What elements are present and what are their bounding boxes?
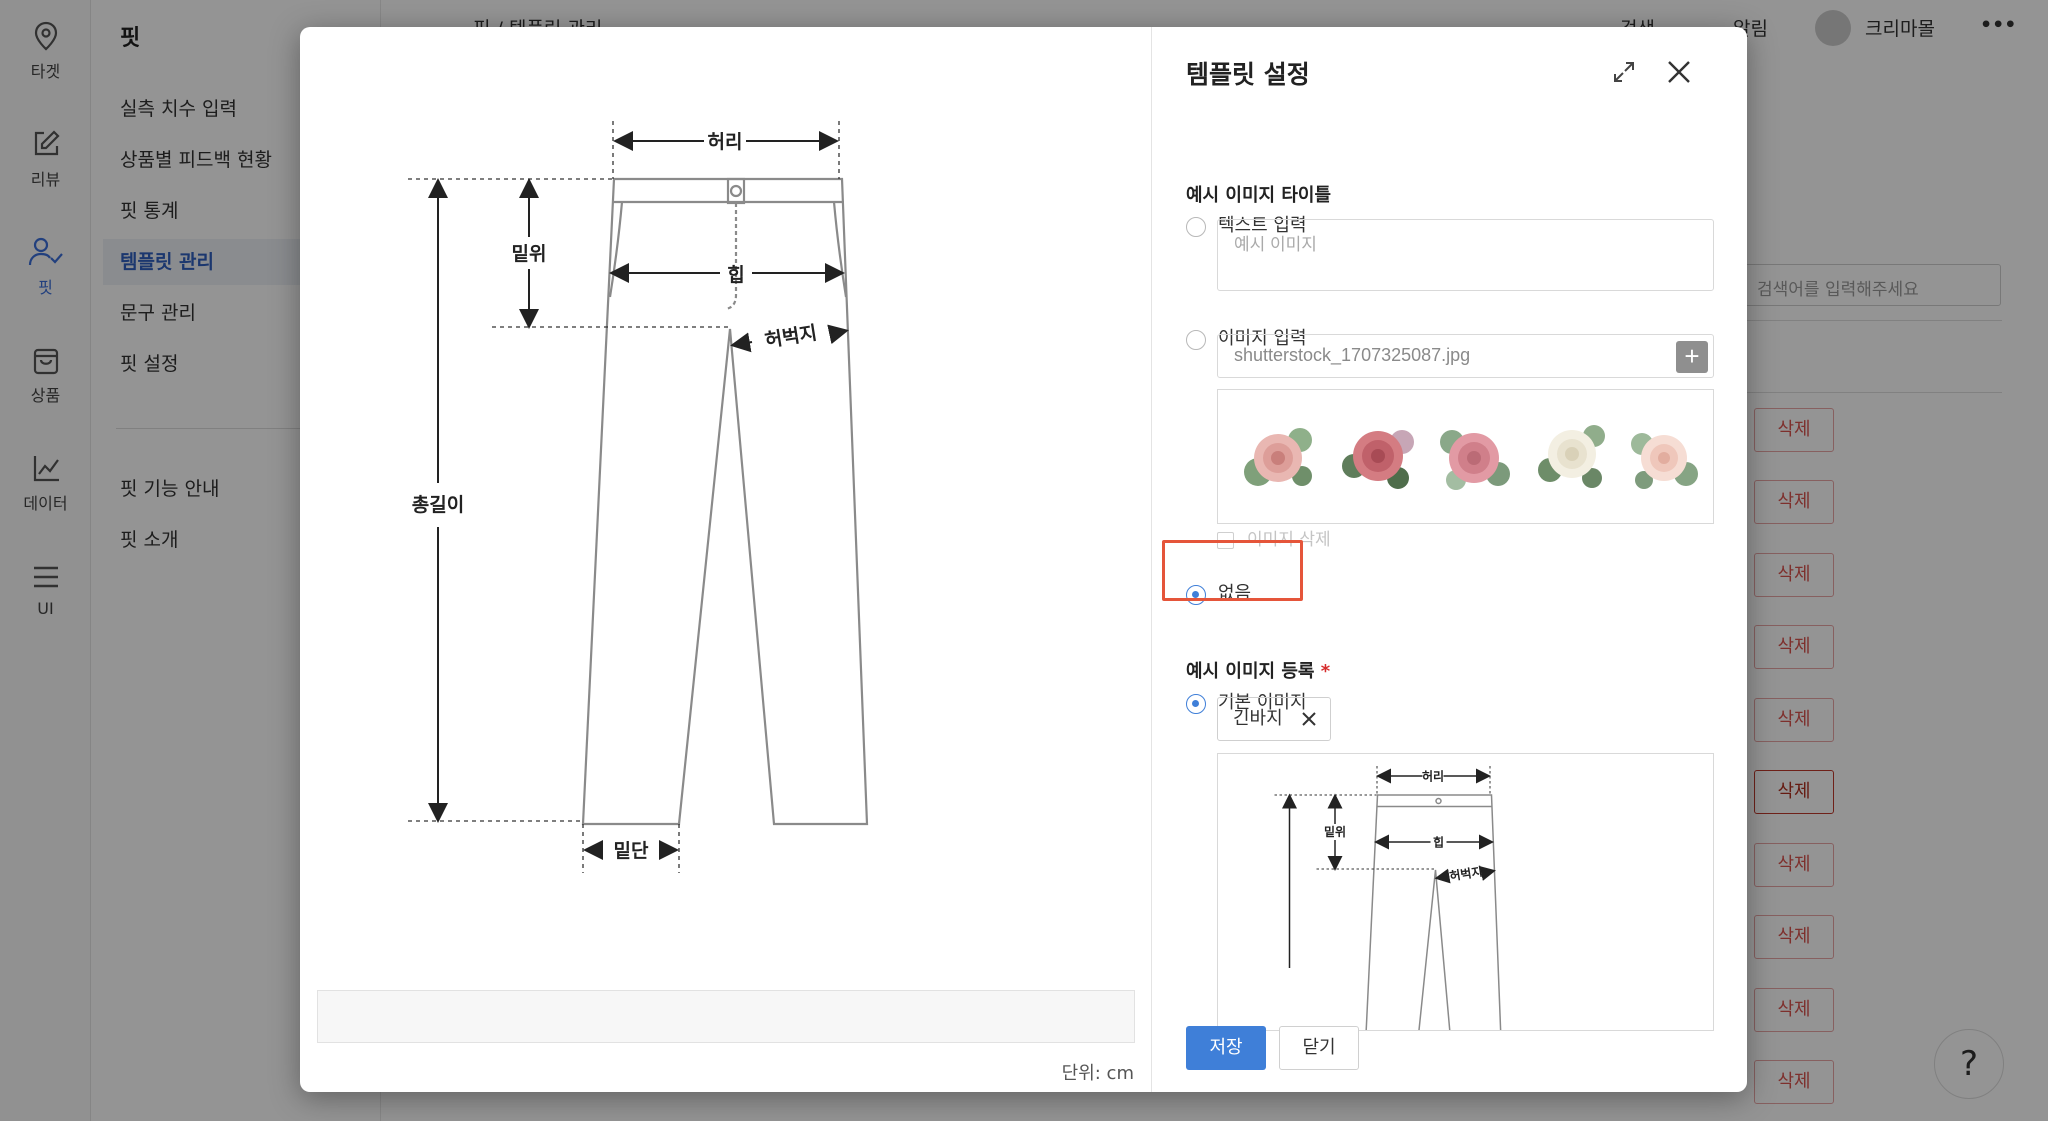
label-rise: 밑위 (512, 243, 547, 265)
default-image-preview: 허리 힙 밑위 허벅지 (1217, 753, 1714, 1031)
template-settings-modal: 허리 힙 밑위 총길이 밑단 허벅지 단위: cm 템플릿 설정 예시 이미지 … (300, 27, 1747, 1092)
save-button[interactable]: 저장 (1186, 1026, 1266, 1070)
radio-dot[interactable] (1186, 694, 1206, 714)
roses-image (1244, 425, 1698, 490)
selected-template-chip[interactable]: 긴바지 (1217, 697, 1331, 741)
thumb-label-rise: 밑위 (1324, 824, 1346, 839)
section-register-text: 예시 이미지 등록 (1186, 661, 1315, 682)
add-image-button[interactable]: + (1676, 341, 1708, 373)
section-register-label: 예시 이미지 등록 * (1186, 657, 1330, 683)
radio-dot[interactable] (1186, 330, 1206, 350)
remove-chip-icon[interactable] (1300, 710, 1318, 728)
chip-label: 긴바지 (1233, 708, 1283, 729)
template-preview: 허리 힙 밑위 총길이 밑단 허벅지 단위: cm (300, 27, 1152, 1092)
label-length: 총길이 (412, 494, 464, 516)
settings-panel: 템플릿 설정 예시 이미지 타이틀 텍스트 입력 예시 이미지 이미지 입력 s… (1153, 27, 1747, 1092)
panel-title: 템플릿 설정 (1186, 60, 1310, 89)
radio-dot[interactable] (1186, 217, 1206, 237)
unit-label: 단위: cm (1061, 1063, 1134, 1084)
close-icon[interactable] (1664, 57, 1694, 87)
expand-icon[interactable] (1611, 59, 1637, 85)
label-hip: 힙 (727, 264, 744, 286)
thumb-label-hip: 힙 (1433, 835, 1444, 850)
image-file-field[interactable]: shutterstock_1707325087.jpg + (1217, 334, 1714, 378)
pants-diagram: 허리 힙 밑위 총길이 밑단 허벅지 (408, 121, 869, 873)
thumb-label-waist: 허리 (1422, 769, 1444, 784)
caption-area (317, 990, 1135, 1043)
required-mark: * (1320, 661, 1331, 682)
highlight-annotation (1162, 540, 1303, 601)
label-hem: 밑단 (614, 840, 649, 862)
close-button[interactable]: 닫기 (1279, 1026, 1359, 1070)
pants-thumbnail: 허리 힙 밑위 허벅지 (1274, 766, 1502, 1030)
label-thigh: 허벅지 (763, 322, 818, 352)
title-text-field[interactable]: 예시 이미지 (1217, 219, 1714, 291)
thumb-label-thigh: 허벅지 (1448, 864, 1483, 884)
uploaded-image-preview (1217, 389, 1714, 524)
label-waist: 허리 (708, 131, 743, 153)
file-name: shutterstock_1707325087.jpg (1234, 345, 1471, 365)
section-title-label: 예시 이미지 타이틀 (1186, 185, 1332, 206)
